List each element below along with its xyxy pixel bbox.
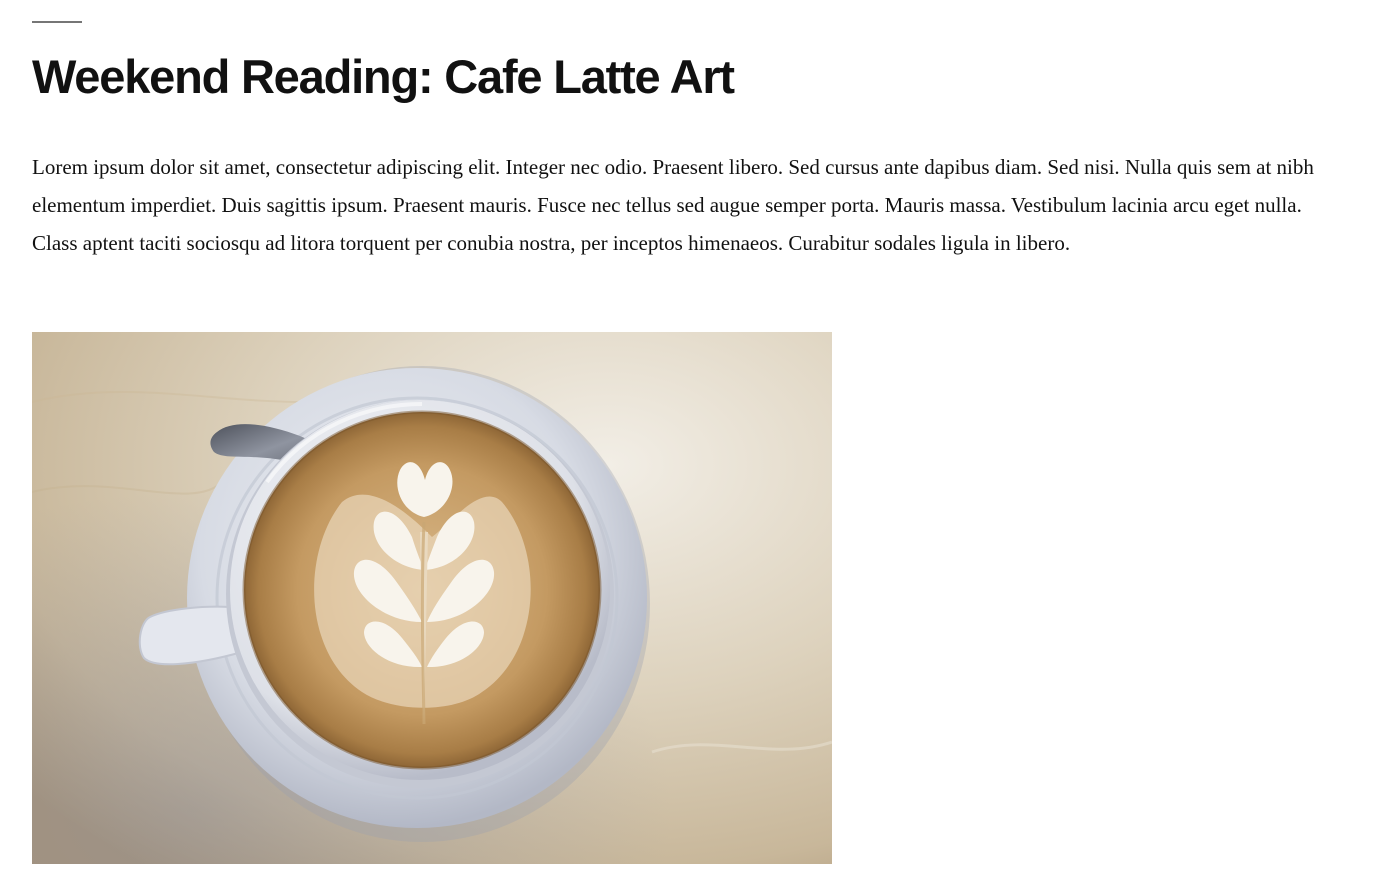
title-separator (32, 21, 82, 23)
post-title[interactable]: Weekend Reading: Cafe Latte Art (32, 44, 735, 110)
post-body-paragraph: Lorem ipsum dolor sit amet, consectetur … (32, 155, 1314, 255)
featured-image-latte-art (32, 332, 832, 864)
